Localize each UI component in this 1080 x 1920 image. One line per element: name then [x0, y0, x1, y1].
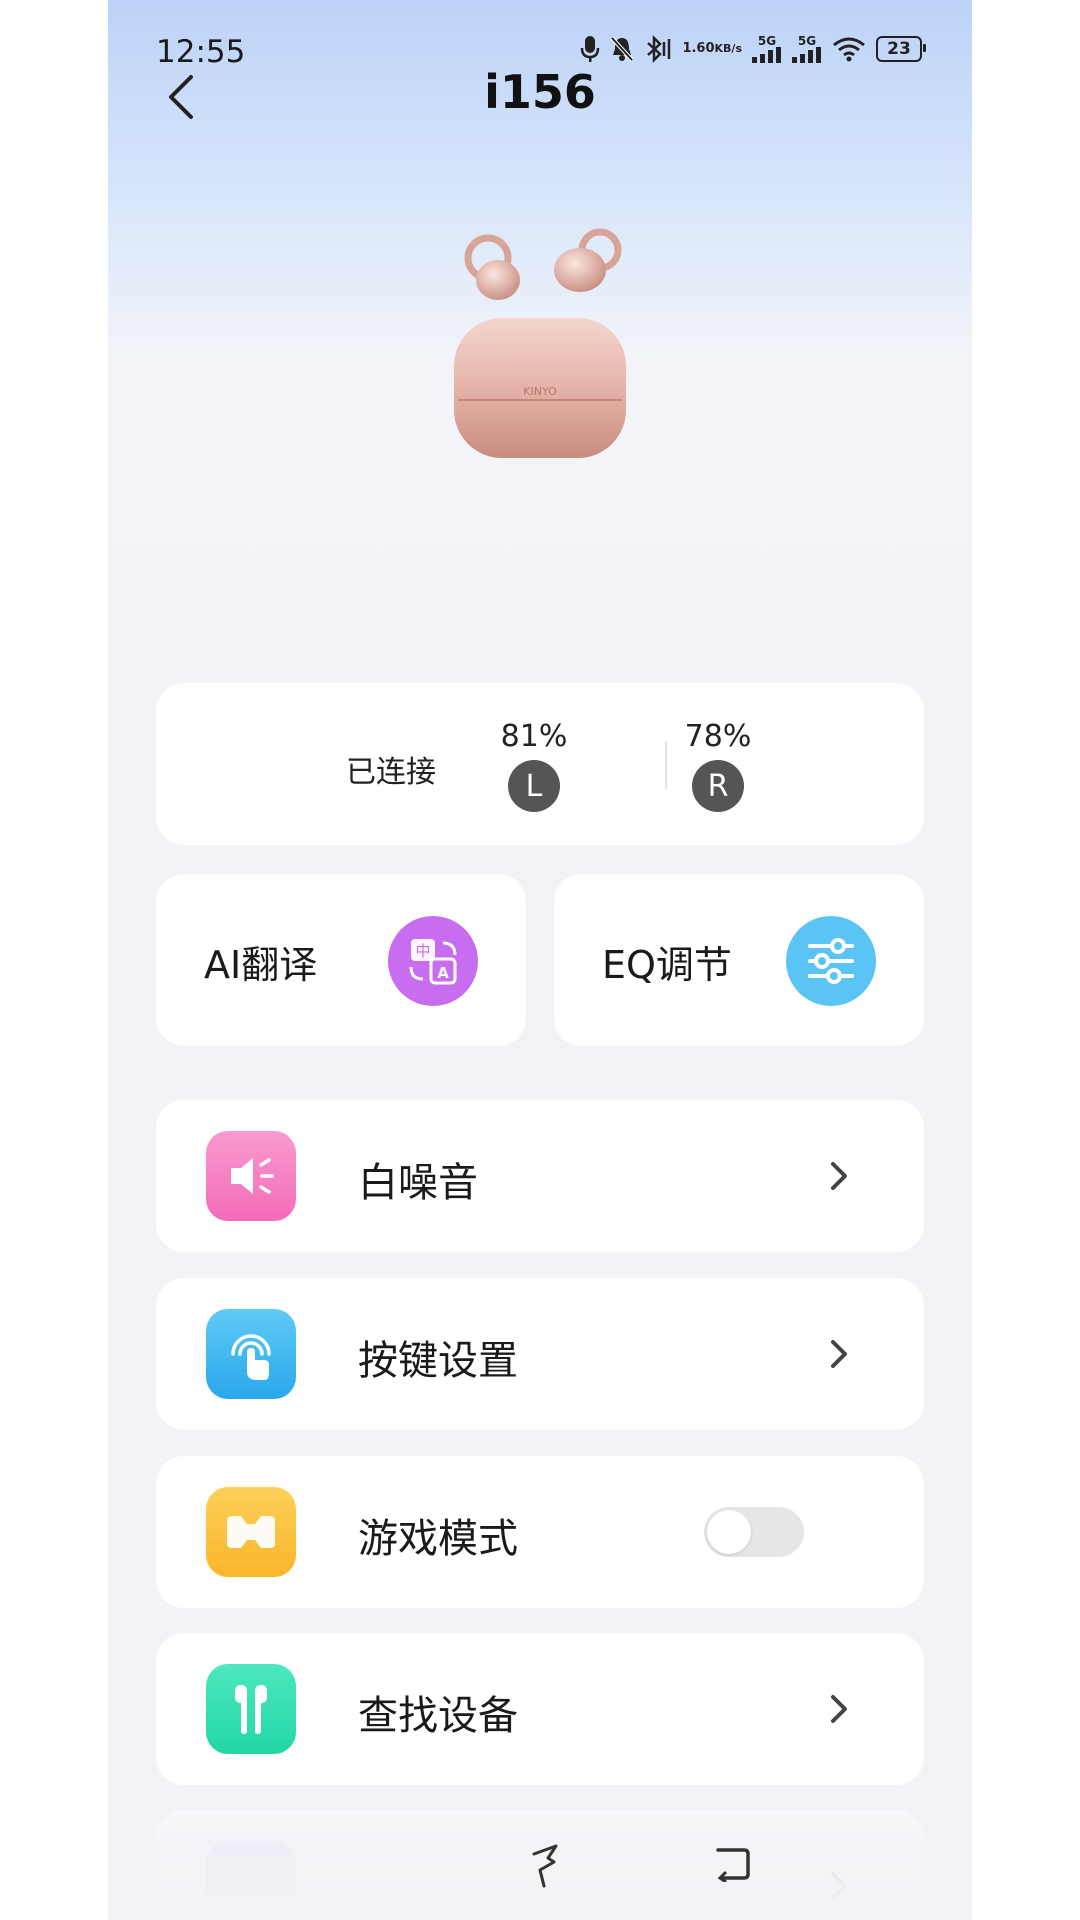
right-battery-percent: 78% — [684, 719, 752, 754]
game-mode-row: 游戏模式 — [156, 1456, 924, 1608]
svg-text:A: A — [437, 964, 449, 982]
chevron-right-icon — [824, 1691, 854, 1727]
button-settings-label: 按键设置 — [358, 1338, 518, 1384]
eq-adjust-card[interactable]: EQ调节 — [554, 874, 924, 1046]
equalizer-icon — [786, 916, 876, 1006]
left-battery-percent: 81% — [500, 719, 568, 754]
connection-status: 已连接 — [346, 755, 436, 790]
earbuds-icon — [206, 1664, 296, 1754]
gamepad-icon — [206, 1487, 296, 1577]
white-noise-label: 白噪音 — [358, 1160, 478, 1206]
speaker-icon — [206, 1131, 296, 1221]
find-device-label: 查找设备 — [358, 1693, 518, 1739]
divider — [665, 741, 667, 789]
translate-icon: 中 A — [388, 916, 478, 1006]
page-title: i156 — [484, 65, 596, 119]
svg-text:中: 中 — [415, 942, 430, 960]
right-earbud-badge: R — [692, 760, 744, 812]
eq-adjust-label: EQ调节 — [602, 943, 732, 987]
chevron-right-icon — [824, 1158, 854, 1194]
earbuds-product-image: KINYO — [430, 218, 650, 468]
assistant-icon — [532, 1844, 558, 1888]
app-screen: 12:55 1.60 KB/s 5G 5G 23 i156 KINYO 已连接 … — [108, 0, 972, 1920]
game-mode-label: 游戏模式 — [358, 1516, 518, 1562]
brand-logo: KINYO — [523, 385, 557, 398]
back-gesture-icon[interactable] — [712, 1846, 752, 1882]
header: i156 — [108, 55, 972, 135]
button-settings-row[interactable]: 按键设置 — [156, 1278, 924, 1430]
touch-icon — [206, 1309, 296, 1399]
system-nav-bar — [108, 1830, 972, 1920]
find-device-row[interactable]: 查找设备 — [156, 1633, 924, 1785]
left-earbud-badge: L — [508, 760, 560, 812]
connection-card: 已连接 81% L 78% R — [156, 683, 924, 845]
network-speed: 1.60 KB/s — [682, 41, 742, 56]
right-earbud-battery: 78% R — [678, 719, 758, 812]
white-noise-row[interactable]: 白噪音 — [156, 1100, 924, 1252]
ai-translate-label: AI翻译 — [204, 943, 318, 987]
left-earbud-battery: 81% L — [494, 719, 574, 812]
chevron-right-icon — [824, 1336, 854, 1372]
ai-translate-card[interactable]: AI翻译 中 A — [156, 874, 526, 1046]
game-mode-toggle[interactable] — [704, 1507, 804, 1557]
toggle-knob — [707, 1510, 751, 1554]
